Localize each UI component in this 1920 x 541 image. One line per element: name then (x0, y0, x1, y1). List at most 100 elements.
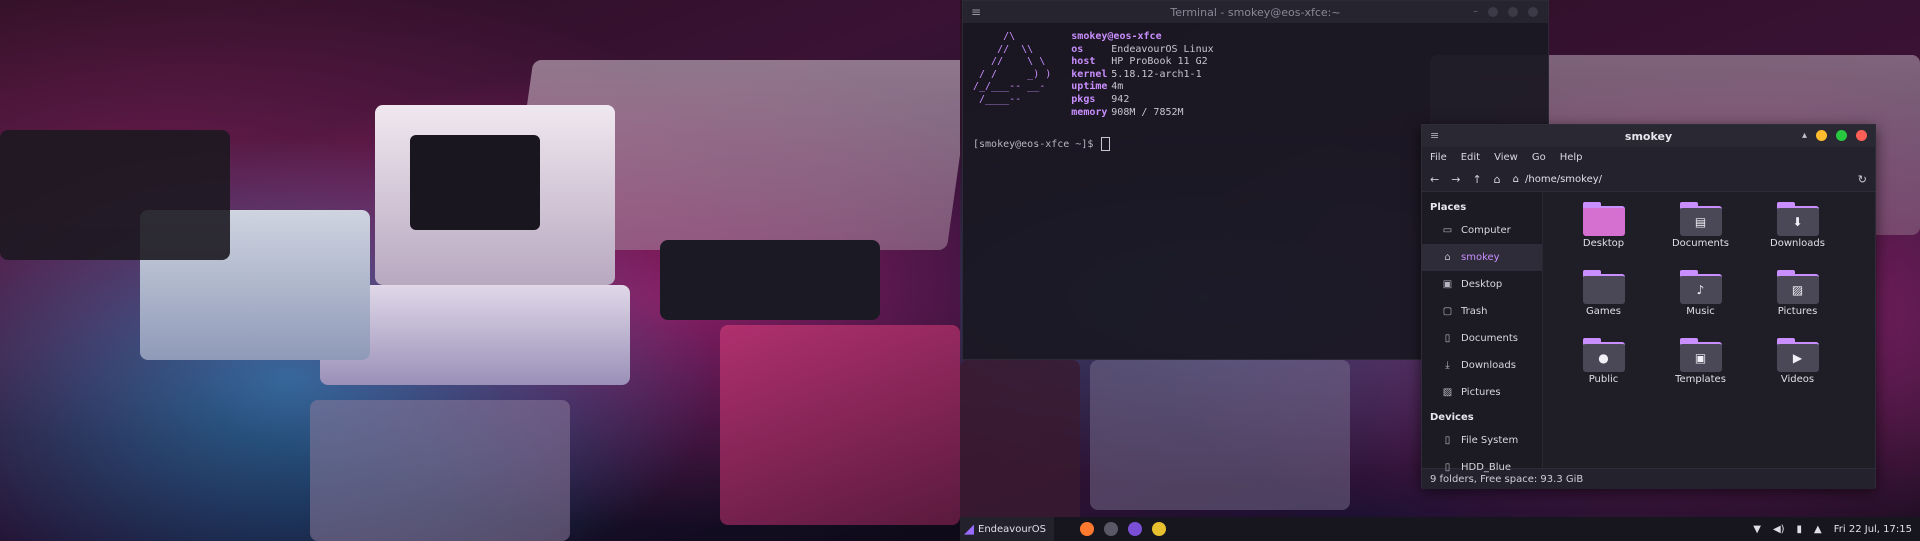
menu-edit[interactable]: Edit (1461, 152, 1480, 163)
start-label: EndeavourOS (978, 523, 1046, 535)
folder-downloads[interactable]: ⬇ Downloads (1749, 202, 1846, 270)
folder-documents-icon: ▤ (1679, 202, 1722, 236)
wallpaper-tapes (1090, 360, 1350, 510)
battery-icon[interactable]: ▮ (1797, 524, 1803, 535)
folder-games[interactable]: Games (1555, 270, 1652, 338)
pictures-icon: ▨ (1442, 387, 1453, 398)
minimize-button[interactable] (1816, 130, 1827, 141)
files-icon[interactable] (1152, 522, 1166, 536)
wallpaper-tapes (310, 400, 570, 541)
wallpaper-screen (410, 135, 540, 230)
places-header: Places (1430, 202, 1467, 213)
volume-icon[interactable]: ◀) (1773, 524, 1785, 535)
folder-documents[interactable]: ▤ Documents (1652, 202, 1749, 270)
file-manager-titlebar[interactable]: ≡ smokey ▴ (1422, 125, 1875, 147)
document-icon: ▯ (1444, 333, 1451, 344)
home-icon: ⌂ (1512, 173, 1519, 185)
folder-videos[interactable]: ▶ Videos (1749, 338, 1846, 406)
home-icon: ⌂ (1444, 252, 1451, 263)
folder-templates[interactable]: ▣ Templates (1652, 338, 1749, 406)
shade-icon[interactable]: ▴ (1802, 130, 1807, 141)
info-row: pkgs 942 (1071, 93, 1130, 105)
minimize-button[interactable] (1488, 7, 1498, 17)
toolbar: ← → ↑ ⌂ ⌂ /home/smokey/ ↻ (1422, 167, 1875, 192)
wallpaper-dark-keyboard (0, 130, 230, 260)
minimize-icon[interactable]: – (1473, 7, 1478, 17)
folder-public-icon: ● (1582, 338, 1625, 372)
window-title: smokey (1624, 129, 1673, 143)
terminal-title: Terminal - smokey@eos-xfce:~ (1170, 5, 1341, 19)
settings-icon[interactable] (1104, 522, 1118, 536)
info-row: kernel 5.18.12-arch1-1 (1071, 68, 1202, 80)
menu-file[interactable]: File (1430, 152, 1447, 163)
drive-icon: ▯ (1444, 462, 1451, 473)
close-button[interactable] (1856, 130, 1867, 141)
maximize-button[interactable] (1508, 7, 1518, 17)
menu-go[interactable]: Go (1532, 152, 1546, 163)
terminal-titlebar[interactable]: ≡ Terminal - smokey@eos-xfce:~ – (963, 1, 1548, 23)
trash-icon: ▢ (1442, 306, 1453, 317)
sidebar-item-desktop[interactable]: ▣ Desktop (1422, 271, 1542, 298)
clock[interactable]: Fri 22 Jul, 17:15 (1834, 524, 1912, 535)
sidebar-item-pictures[interactable]: ▨ Pictures (1422, 379, 1542, 406)
folder-pictures[interactable]: ▨ Pictures (1749, 270, 1846, 338)
firefox-icon[interactable] (1080, 522, 1094, 536)
folder-pictures-icon: ▨ (1776, 270, 1819, 304)
info-row: host HP ProBook 11 G2 (1071, 56, 1208, 68)
up-arrow-icon[interactable]: ↑ (1472, 173, 1481, 186)
folder-music[interactable]: ♪ Music (1652, 270, 1749, 338)
info-row: os EndeavourOS Linux (1071, 43, 1214, 55)
network-icon[interactable]: ▼ (1753, 524, 1761, 535)
folder-grid: Desktop ▤ Documents ⬇ Downloads Games ♪ Mus… (1543, 192, 1875, 468)
window-menu-icon[interactable]: ≡ (971, 5, 981, 19)
devices-header: Devices (1430, 412, 1474, 423)
sidebar-item-downloads[interactable]: ⤓ Downloads (1422, 352, 1542, 379)
sidebar: Places ▭ Computer ⌂ smokey ▣ Desktop ▢ Trash… (1422, 192, 1543, 473)
window-menu-icon[interactable]: ≡ (1430, 129, 1439, 142)
location-path[interactable]: /home/smokey/ (1525, 174, 1602, 185)
drive-icon: ▯ (1444, 435, 1451, 446)
taskbar: ◢ EndeavourOS ▼ ◀) ▮ ▲ Fri 22 Jul, 17:15 (960, 517, 1920, 541)
sidebar-item-smokey[interactable]: ⌂ smokey (1422, 244, 1542, 271)
start-menu-button[interactable]: ◢ EndeavourOS (960, 517, 1054, 541)
location-bar[interactable]: ⌂ /home/smokey/ (1513, 174, 1846, 185)
menu-help[interactable]: Help (1560, 152, 1583, 163)
folder-templates-icon: ▣ (1679, 338, 1722, 372)
wallpaper-shadow (960, 360, 1080, 541)
text-cursor (1101, 137, 1111, 152)
folder-public[interactable]: ● Public (1555, 338, 1652, 406)
reload-icon[interactable]: ↻ (1858, 173, 1867, 186)
folder-videos-icon: ▶ (1776, 338, 1819, 372)
sidebar-item-trash[interactable]: ▢ Trash (1422, 298, 1542, 325)
folder-desktop[interactable]: Desktop (1555, 202, 1652, 270)
forward-arrow-icon[interactable]: → (1451, 173, 1460, 186)
folder-music-icon: ♪ (1679, 270, 1722, 304)
wallpaper-tape-deck (660, 240, 880, 320)
menubar: File Edit View Go Help (1422, 147, 1875, 167)
sidebar-item-documents[interactable]: ▯ Documents (1422, 325, 1542, 352)
desktop-left (0, 0, 960, 541)
endeavouros-logo-icon: ◢ (964, 521, 974, 537)
close-button[interactable] (1528, 7, 1538, 17)
file-manager-window[interactable]: ≡ smokey ▴ File Edit View Go Help ← → ↑ … (1421, 124, 1876, 489)
home-icon[interactable]: ⌂ (1494, 173, 1501, 186)
folder-downloads-icon: ⬇ (1776, 202, 1819, 236)
notification-bell-icon[interactable]: ▲ (1814, 524, 1822, 535)
app-launcher-icon[interactable] (1128, 522, 1142, 536)
menu-view[interactable]: View (1494, 152, 1518, 163)
user-host: smokey@eos-xfce (1071, 31, 1162, 42)
folder-icon (1582, 270, 1625, 304)
info-row: uptime 4m (1071, 81, 1124, 93)
info-row: memory 908M / 7852M (1071, 106, 1184, 118)
sidebar-item-file-system[interactable]: ▯ File System (1422, 427, 1542, 454)
maximize-button[interactable] (1836, 130, 1847, 141)
desktop-right: ≡ Terminal - smokey@eos-xfce:~ – /\ // \… (960, 0, 1920, 541)
folder-icon (1582, 202, 1625, 236)
distro-logo-ascii: /\ // \\ // \ \ / / _) ) /_/___-- __- /_… (973, 31, 1052, 105)
wallpaper-cassettes (720, 325, 960, 525)
download-icon: ⤓ (1445, 360, 1450, 371)
back-arrow-icon[interactable]: ← (1430, 173, 1439, 186)
sidebar-item-computer[interactable]: ▭ Computer (1422, 217, 1542, 244)
system-info: smokey@eos-xfce os EndeavourOS Linux host… (1071, 31, 1213, 119)
desktop-icon: ▣ (1442, 279, 1453, 290)
